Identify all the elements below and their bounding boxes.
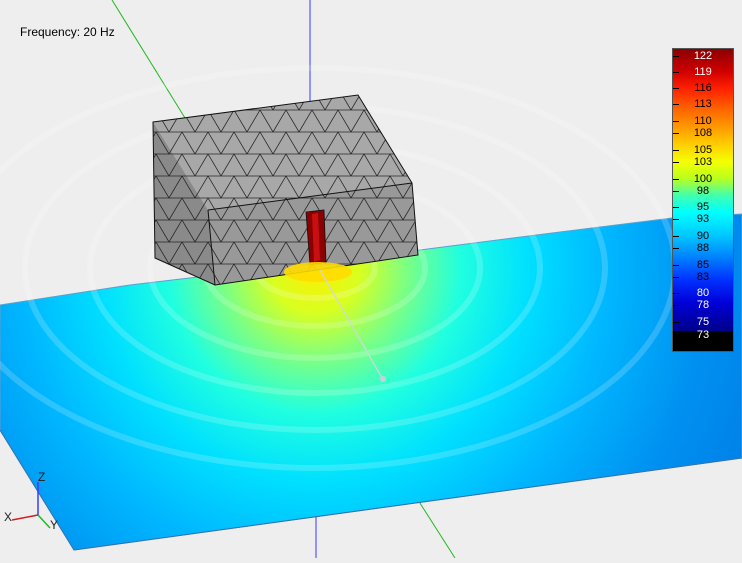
axis-z-label: Z [38, 470, 46, 484]
legend-tick: 80 [673, 288, 733, 299]
legend-tick: 88 [673, 243, 733, 254]
color-legend: 122 119 116 113 110 108 105 103 100 98 9… [672, 48, 734, 352]
legend-tick: 90 [673, 231, 733, 242]
frequency-label: Frequency: 20 Hz [20, 25, 115, 39]
axis-y-label: Y [50, 518, 59, 532]
axis-x-label: X [4, 510, 13, 524]
legend-tick: 110 [673, 116, 733, 127]
legend-tick: 85 [673, 260, 733, 271]
meshed-box[interactable] [152, 94, 419, 286]
legend-tick: 105 [673, 145, 733, 156]
legend-tick: 78 [673, 300, 733, 311]
legend-tick: 119 [673, 67, 733, 78]
3d-viewport[interactable]: Frequency: 20 Hz Z X Y 122 119 116 113 1… [0, 0, 742, 559]
probe-marker[interactable] [380, 376, 386, 382]
legend-tick: 73 [673, 330, 733, 341]
legend-tick: 98 [673, 186, 733, 197]
legend-tick: 116 [673, 83, 733, 94]
scene-canvas[interactable] [0, 0, 742, 559]
legend-tick: 108 [673, 128, 733, 139]
legend-tick: 75 [673, 317, 733, 328]
legend-tick: 100 [673, 174, 733, 185]
legend-tick: 113 [673, 99, 733, 110]
legend-tick: 122 [673, 51, 733, 62]
legend-tick: 93 [673, 214, 733, 225]
legend-tick: 83 [673, 272, 733, 283]
green-axis-line-lower [417, 499, 456, 559]
legend-tick: 95 [673, 202, 733, 213]
source-hotspot [284, 262, 352, 282]
legend-tick: 103 [673, 157, 733, 168]
